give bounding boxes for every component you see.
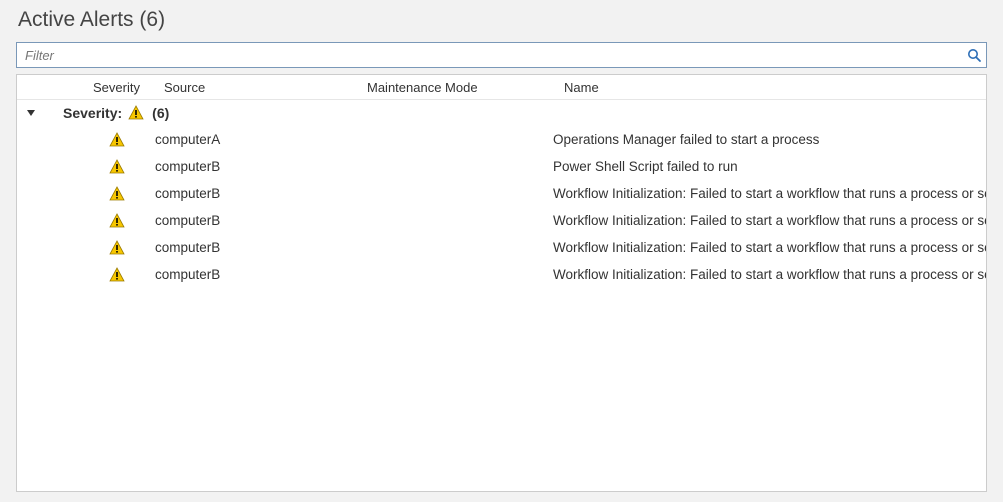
table-row[interactable]: computerB Workflow Initialization: Failed… (17, 261, 986, 288)
filter-bar (16, 42, 987, 68)
warning-icon (79, 132, 149, 148)
group-header-row[interactable]: Severity: (6) (17, 100, 986, 126)
page-title: Active Alerts (6) (18, 8, 987, 32)
table-row[interactable]: computerB Power Shell Script failed to ru… (17, 153, 986, 180)
table-row[interactable]: computerB Workflow Initialization: Failed… (17, 234, 986, 261)
cell-source: computerB (149, 186, 351, 201)
cell-name: Workflow Initialization: Failed to start… (547, 213, 986, 228)
cell-source: computerB (149, 240, 351, 255)
alerts-grid: Severity Source Maintenance Mode Name Se… (16, 74, 987, 492)
cell-name: Workflow Initialization: Failed to start… (547, 267, 986, 282)
warning-icon (128, 105, 144, 121)
cell-name: Workflow Initialization: Failed to start… (547, 186, 986, 201)
table-row[interactable]: computerA Operations Manager failed to st… (17, 126, 986, 153)
cell-name: Power Shell Script failed to run (547, 159, 986, 174)
warning-icon (79, 159, 149, 175)
column-header-name[interactable]: Name (558, 75, 986, 99)
cell-source: computerB (149, 159, 351, 174)
column-header-source[interactable]: Source (158, 75, 361, 99)
warning-icon (79, 213, 149, 229)
group-label: Severity: (63, 105, 122, 121)
table-row[interactable]: computerB Workflow Initialization: Failed… (17, 207, 986, 234)
column-header-icon[interactable] (52, 75, 87, 99)
filter-input[interactable] (23, 47, 966, 64)
table-row[interactable]: computerB Workflow Initialization: Failed… (17, 180, 986, 207)
page-title-text: Active Alerts (18, 8, 134, 31)
alert-rows: computerA Operations Manager failed to st… (17, 126, 986, 288)
column-header-severity[interactable]: Severity (87, 75, 158, 99)
warning-icon (79, 267, 149, 283)
column-header-maintenance[interactable]: Maintenance Mode (361, 75, 558, 99)
group-count: (6) (152, 105, 169, 121)
column-header-row: Severity Source Maintenance Mode Name (17, 75, 986, 100)
grid-scroll-area[interactable]: Severity Source Maintenance Mode Name Se… (17, 75, 986, 491)
cell-name: Workflow Initialization: Failed to start… (547, 240, 986, 255)
column-header-expander[interactable] (17, 75, 52, 99)
search-icon[interactable] (966, 47, 982, 63)
cell-name: Operations Manager failed to start a pro… (547, 132, 986, 147)
warning-icon (79, 186, 149, 202)
page-title-count: (6) (139, 8, 165, 31)
cell-source: computerB (149, 267, 351, 282)
warning-icon (79, 240, 149, 256)
cell-source: computerA (149, 132, 351, 147)
cell-source: computerB (149, 213, 351, 228)
active-alerts-panel: Active Alerts (6) Severity Source Mainte… (0, 0, 1003, 502)
collapse-icon[interactable] (17, 108, 45, 118)
